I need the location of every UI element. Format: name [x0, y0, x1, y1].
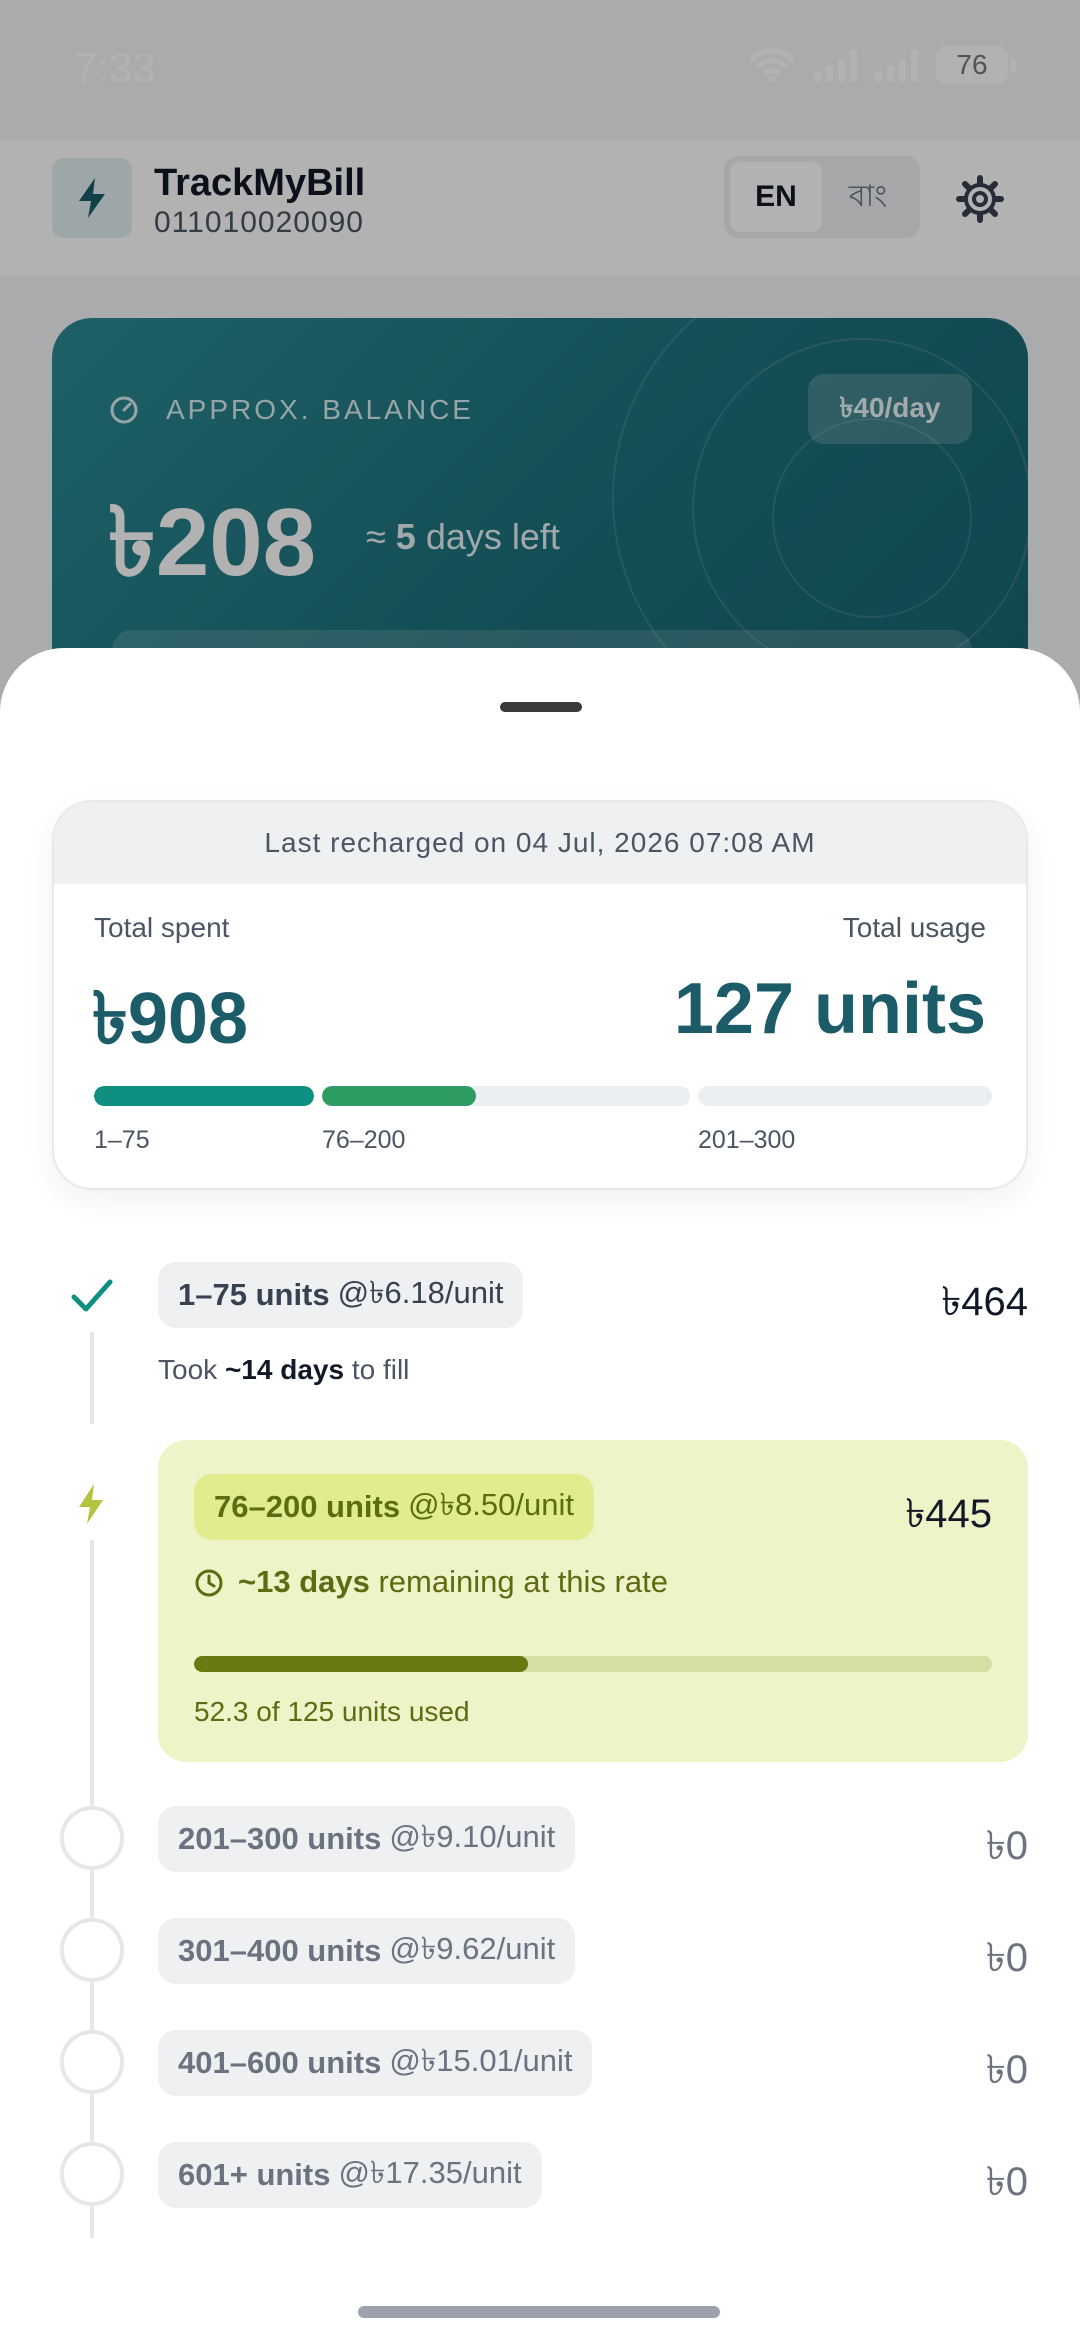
total-spent-label: Total spent	[94, 912, 230, 943]
usage-segment-2	[322, 1086, 690, 1106]
pending-tier-marker	[60, 1918, 124, 1982]
usage-segment-1	[94, 1086, 314, 1106]
tier-progress-text: 52.3 of 125 units used	[194, 1696, 470, 1727]
clock-icon	[195, 1569, 223, 1597]
tier-amount-3: ৳0	[985, 1824, 1028, 1868]
tier-pill-3: 201–300 units @৳9.10/unit	[158, 1806, 576, 1872]
usage-segment-3	[698, 1086, 992, 1106]
segment-label: 1–75	[94, 1126, 150, 1154]
sheet-drag-handle[interactable]	[500, 702, 582, 712]
last-recharged-text: Last recharged on 04 Jul, 2026 07:08 AM	[54, 802, 1026, 884]
tier-pill-1: 1–75 units @৳6.18/unit	[158, 1262, 524, 1328]
recharge-summary-card: Last recharged on 04 Jul, 2026 07:08 AM …	[52, 800, 1028, 1190]
tier-amount-2: ৳445	[905, 1492, 992, 1536]
check-icon	[71, 1279, 113, 1312]
tier-pill-2: 76–200 units @৳8.50/unit	[194, 1474, 594, 1540]
pending-tier-marker	[60, 1806, 124, 1870]
total-usage-value: 127 units	[673, 969, 986, 1049]
pending-tier-marker	[60, 2142, 124, 2206]
tier-fill-note: Took ~14 days to fill	[158, 1354, 410, 1385]
home-indicator[interactable]	[358, 2306, 720, 2318]
tier-amount-4: ৳0	[985, 1936, 1028, 1980]
tier-pill-6: 601+ units @৳17.35/unit	[158, 2142, 542, 2208]
tier-amount-5: ৳0	[985, 2048, 1028, 2092]
segment-label: 201–300	[698, 1126, 796, 1154]
tier-amount-1: ৳464	[941, 1280, 1028, 1324]
tier-progress-bar	[194, 1656, 992, 1672]
total-spent-value: ৳908	[92, 979, 248, 1059]
tier-pill-5: 401–600 units @৳15.01/unit	[158, 2030, 593, 2096]
segment-label: 76–200	[322, 1126, 406, 1154]
timeline-line	[90, 1540, 94, 2238]
tier-amount-6: ৳0	[985, 2160, 1028, 2204]
active-tier-card: 76–200 units @৳8.50/unit ৳445 ~13 days re…	[158, 1440, 1028, 1762]
lightning-icon	[79, 1484, 103, 1524]
timeline-line	[90, 1332, 94, 1424]
tier-progress-fill	[194, 1656, 528, 1672]
total-usage-label: Total usage	[842, 912, 986, 943]
remaining-days-text: ~13 days remaining at this rate	[238, 1564, 668, 1599]
pending-tier-marker	[60, 2030, 124, 2094]
tier-pill-4: 301–400 units @৳9.62/unit	[158, 1918, 576, 1984]
